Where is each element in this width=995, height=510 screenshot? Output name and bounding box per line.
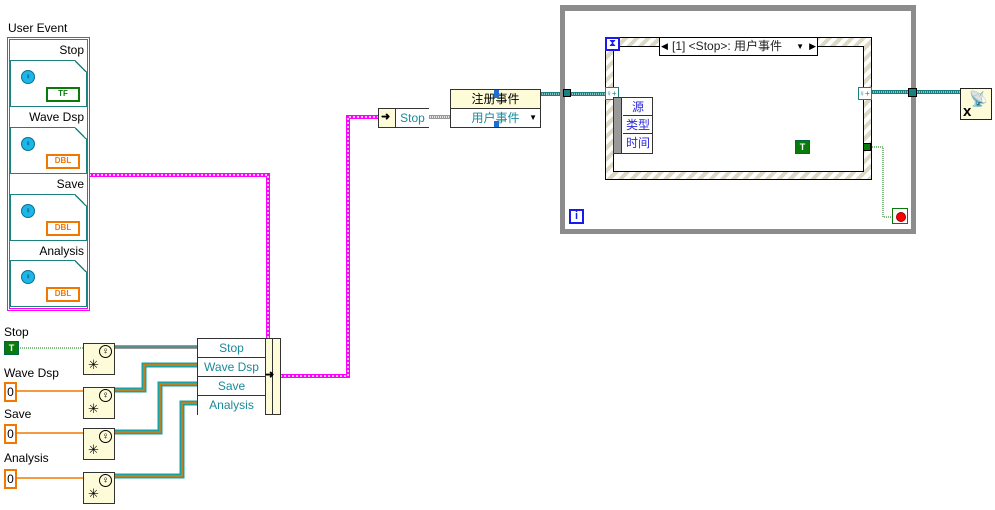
unregister-events-node[interactable]: 📡 x — [960, 88, 992, 120]
user-event-refnum-stop[interactable]: ♀ TF — [10, 60, 87, 107]
arrow-icon: ➜ — [265, 369, 275, 381]
dropdown-arrow-icon: ▼ — [529, 113, 537, 122]
user-event-icon: ♀ — [21, 137, 35, 151]
cluster-item-label: Wave Dsp — [29, 110, 84, 124]
dbl-terminal: DBL — [46, 154, 80, 169]
loop-stop-condition-terminal[interactable] — [892, 208, 908, 224]
tf-terminal: TF — [46, 87, 80, 102]
bundle-field-analysis[interactable]: Analysis — [198, 396, 265, 415]
unbundle-field[interactable]: Stop — [395, 109, 429, 127]
stop-refnum-wire[interactable] — [114, 115, 450, 349]
bundle-field-stop[interactable]: Stop — [198, 339, 265, 358]
cluster-item-label: Stop — [59, 43, 84, 57]
event-output-tunnel[interactable] — [863, 143, 871, 151]
control-label: Save — [4, 407, 32, 421]
dynamic-event-terminal-right[interactable]: ♀+ — [858, 87, 872, 100]
event-data-time[interactable]: 时间 — [623, 134, 653, 152]
bundle-field-wave-dsp[interactable]: Wave Dsp — [198, 358, 265, 377]
event-data-type[interactable]: 类型 — [623, 116, 653, 134]
wave-dsp-numeric-terminal[interactable]: 0 — [4, 382, 17, 402]
create-user-event-node[interactable]: ♀ ✳ — [83, 343, 115, 375]
event-case-label: [1] <Stop>: 用户事件 — [672, 39, 783, 53]
user-event-icon: ♀ — [99, 345, 112, 358]
analysis-numeric-terminal[interactable]: 0 — [4, 469, 17, 489]
dbl-refnum-wires[interactable] — [114, 362, 197, 479]
user-event-icon: ♀ — [21, 204, 35, 218]
iteration-terminal: i — [569, 209, 584, 224]
create-user-event-node[interactable]: ♀ ✳ — [83, 472, 115, 504]
cluster-label: User Event — [8, 21, 68, 35]
arrow-icon: ➜ — [381, 111, 391, 123]
user-event-refnum-analysis[interactable]: ♀ DBL — [10, 260, 87, 307]
event-case-selector[interactable]: ◀ [1] <Stop>: 用户事件 ▼ ▶ — [659, 37, 818, 56]
register-events-node[interactable]: 注册事件 用户事件 ▼ — [450, 89, 541, 128]
bundle-field-save[interactable]: Save — [198, 377, 265, 396]
next-case-icon[interactable]: ▶ — [809, 38, 816, 55]
user-event-icon: ♀ — [21, 70, 35, 84]
unbundle-by-name-node[interactable]: ➜ Stop — [378, 108, 429, 128]
control-label: Wave Dsp — [4, 366, 59, 380]
user-event-icon: ♀ — [99, 389, 112, 402]
event-data-node[interactable]: 源 类型 时间 — [613, 97, 653, 154]
create-star-icon: ✳ — [88, 357, 99, 372]
dropdown-arrow-icon[interactable]: ▼ — [796, 38, 804, 55]
user-event-icon: ♀ — [99, 430, 112, 443]
dbl-terminal: DBL — [46, 287, 80, 302]
user-event-icon: ♀ — [21, 270, 35, 284]
bundle-by-name-node[interactable]: Stop Wave Dsp Save Analysis ➜ — [197, 338, 281, 415]
control-label: Stop — [4, 325, 29, 339]
save-numeric-terminal[interactable]: 0 — [4, 424, 17, 444]
create-star-icon: ✳ — [88, 486, 99, 501]
true-constant[interactable]: T — [795, 140, 810, 154]
cluster-item-label: Analysis — [39, 244, 84, 258]
x-icon: x — [963, 103, 972, 120]
dbl-terminal: DBL — [46, 221, 80, 236]
event-data-source[interactable]: 源 — [623, 98, 653, 116]
cluster-item-label: Save — [56, 177, 84, 191]
stop-sign-icon — [896, 212, 906, 222]
user-event-refnum-wave-dsp[interactable]: ♀ DBL — [10, 127, 87, 174]
loop-tunnel-left[interactable] — [563, 89, 571, 97]
user-event-refnum-save[interactable]: ♀ DBL — [10, 194, 87, 241]
control-label: Analysis — [4, 451, 49, 465]
prev-case-icon[interactable]: ◀ — [661, 38, 668, 55]
create-user-event-node[interactable]: ♀ ✳ — [83, 428, 115, 460]
antenna-icon: 📡 — [969, 91, 988, 108]
timeout-hourglass-icon[interactable]: ⧗ — [605, 37, 620, 51]
block-diagram: User Event Stop ♀ TF Wave Dsp ♀ DBL Save ♀… — [0, 0, 995, 510]
create-star-icon: ✳ — [88, 401, 99, 416]
stop-bool-terminal[interactable]: T — [4, 341, 19, 355]
create-star-icon: ✳ — [88, 442, 99, 457]
loop-tunnel-right[interactable] — [908, 88, 917, 97]
user-event-icon: ♀ — [99, 474, 112, 487]
create-user-event-node[interactable]: ♀ ✳ — [83, 387, 115, 419]
